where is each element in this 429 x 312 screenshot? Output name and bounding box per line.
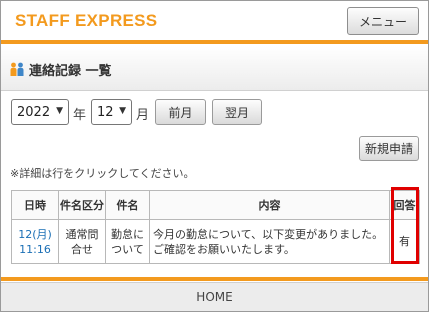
header: STAFF EXPRESS メニュー [1, 1, 428, 41]
header-divider [1, 40, 428, 44]
month-label: 月 [136, 108, 150, 123]
datetime-cell[interactable]: 12(月) 11:16 [11, 219, 59, 264]
subject-line-2: ついて [111, 242, 144, 256]
answer-column-highlight [391, 187, 419, 264]
month-value: 12 [97, 104, 114, 120]
category-line-1: 通常問 [65, 227, 99, 241]
subject-line-1: 勤怠に [111, 227, 144, 241]
col-header-subject: 件名 [105, 190, 150, 220]
year-label: 年 [73, 108, 87, 123]
page-title: 連絡記録 一覧 [29, 64, 112, 79]
date-text: 12(月) [18, 227, 52, 241]
people-icon [10, 62, 24, 76]
year-value: 2022 [17, 104, 51, 120]
content-line-1: 今月の勤怠について、以下変更がありました。 [153, 227, 384, 241]
content-cell: 今月の勤怠について、以下変更がありました。 ご確認をお願いいたします。 [149, 219, 390, 264]
logo[interactable]: STAFF EXPRESS [15, 11, 157, 31]
new-request-button[interactable]: 新規申請 [359, 136, 419, 161]
col-header-datetime: 日時 [11, 190, 59, 220]
prev-month-button[interactable]: 前月 [155, 99, 206, 125]
hint-text: ※詳細は行をクリックしてください。 [10, 167, 195, 180]
col-header-category: 件名区分 [58, 190, 106, 220]
chevron-down-icon: ▼ [56, 106, 63, 116]
col-header-content: 内容 [149, 190, 390, 220]
subject-cell: 勤怠に ついて [105, 219, 150, 264]
time-text: 11:16 [19, 242, 51, 256]
home-button[interactable]: HOME [1, 282, 428, 311]
contact-log-table: 日時 件名区分 件名 内容 回答 12(月) 11:16 通常問 合せ 勤怠に … [11, 190, 420, 264]
footer-divider [1, 277, 428, 281]
month-select[interactable]: 12 ▼ [91, 99, 132, 125]
table-header-row: 日時 件名区分 件名 内容 回答 [11, 190, 420, 220]
category-cell: 通常問 合せ [58, 219, 106, 264]
next-month-button[interactable]: 翌月 [212, 99, 262, 125]
menu-button[interactable]: メニュー [347, 7, 419, 35]
chevron-down-icon: ▼ [119, 106, 126, 116]
table-row[interactable]: 12(月) 11:16 通常問 合せ 勤怠に ついて 今月の勤怠について、以下変… [11, 219, 420, 264]
category-line-2: 合せ [71, 242, 93, 256]
section-header: 連絡記録 一覧 [1, 46, 428, 91]
content-line-2: ご確認をお願いいたします。 [153, 242, 295, 256]
year-select[interactable]: 2022 ▼ [11, 99, 69, 125]
